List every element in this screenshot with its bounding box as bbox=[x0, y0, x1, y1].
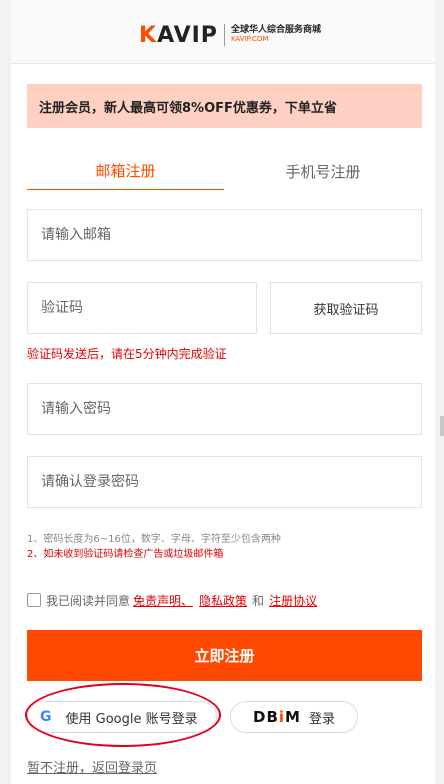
confirm-password-field-wrapper bbox=[27, 456, 422, 508]
kavip-logo[interactable]: KAVIP 全球华人综合服务商城 KAVIP.COM bbox=[139, 20, 321, 50]
password-input[interactable] bbox=[28, 384, 421, 434]
logo-divider bbox=[223, 24, 225, 46]
dbim-login-label: 登录 bbox=[308, 711, 335, 727]
agreement-checkbox[interactable] bbox=[27, 593, 41, 607]
logo-avip: AVIP bbox=[157, 22, 218, 48]
agreement-and: 和 bbox=[252, 593, 265, 608]
spam-check-note: 2、如未收到验证码请检查广告或垃圾邮件箱 bbox=[27, 549, 224, 560]
promo-banner: 注册会员，新人最高可领8%OFF优惠券，下单立省 bbox=[27, 84, 422, 128]
email-field-wrapper bbox=[27, 209, 422, 261]
register-tabs: 邮箱注册 手机号注册 bbox=[27, 152, 422, 190]
tab-phone-register[interactable]: 手机号注册 bbox=[224, 152, 422, 190]
back-to-login-link[interactable]: 暂不注册，返回登录页 bbox=[27, 757, 157, 776]
terms-link[interactable]: 注册协议 bbox=[269, 592, 317, 609]
dbim-logo-icon: DBiM bbox=[253, 708, 301, 726]
register-page: KAVIP 全球华人综合服务商城 KAVIP.COM 注册会员，新人最高可领8%… bbox=[11, 0, 435, 784]
google-icon: G bbox=[40, 709, 52, 725]
header: KAVIP 全球华人综合服务商城 KAVIP.COM bbox=[11, 0, 435, 64]
password-field-wrapper bbox=[27, 383, 422, 435]
promo-text: 注册会员，新人最高可领8%OFF优惠券，下单立省 bbox=[39, 100, 337, 116]
privacy-policy-link[interactable]: 隐私政策 bbox=[199, 592, 247, 609]
google-login-button[interactable]: G 使用 Google 账号登录 bbox=[27, 701, 217, 733]
email-input[interactable] bbox=[28, 210, 421, 260]
logo-wordmark: KAVIP bbox=[139, 23, 218, 48]
logo-text: 全球华人综合服务商城 KAVIP.COM bbox=[230, 25, 321, 44]
disclaimer-link[interactable]: 免责声明、 bbox=[133, 592, 193, 609]
verification-code-input[interactable] bbox=[28, 283, 256, 333]
code-field-wrapper bbox=[27, 282, 257, 334]
logo-domain: KAVIP.COM bbox=[230, 35, 269, 44]
confirm-password-input[interactable] bbox=[28, 457, 421, 507]
google-login-label: 使用 Google 账号登录 bbox=[65, 711, 198, 727]
agreement-row: 我已阅读并同意 免责声明、 隐私政策 和 注册协议 bbox=[27, 590, 320, 610]
tab-email-register[interactable]: 邮箱注册 bbox=[27, 152, 224, 190]
register-button[interactable]: 立即注册 bbox=[27, 630, 422, 681]
scrollbar-thumb[interactable] bbox=[440, 416, 444, 436]
logo-k: K bbox=[139, 22, 158, 48]
agreement-prefix: 我已阅读并同意 bbox=[46, 593, 131, 608]
dbim-login-button[interactable]: DBiM 登录 bbox=[230, 701, 358, 733]
password-rule-note: 1、密码长度为6~16位，数字、字母、字符至少包含两种 bbox=[27, 534, 281, 545]
code-hint: 验证码发送后，请在5分钟内完成验证 bbox=[27, 347, 227, 361]
get-code-button[interactable]: 获取验证码 bbox=[270, 282, 422, 334]
